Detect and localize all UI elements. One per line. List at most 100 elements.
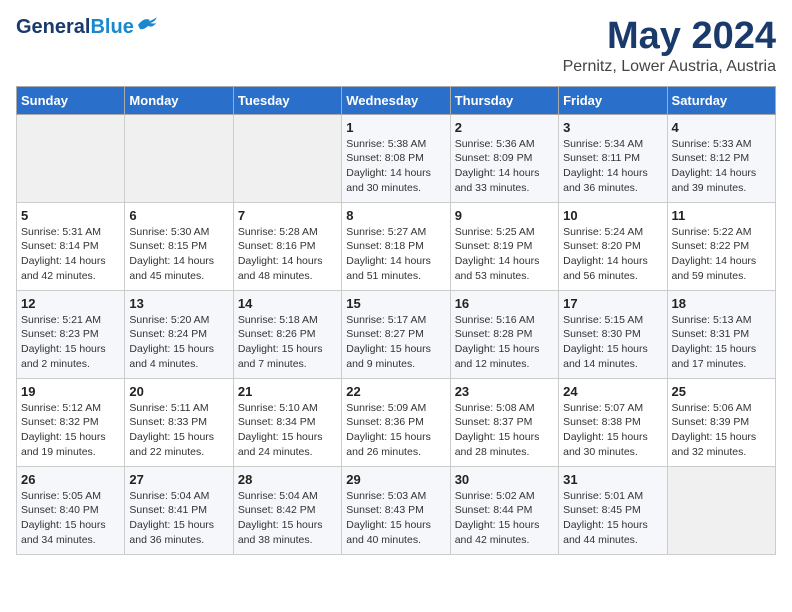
day-number: 17 <box>563 296 662 311</box>
day-number: 4 <box>672 120 771 135</box>
weekday-header: Tuesday <box>233 86 341 114</box>
calendar-cell: 21 Sunrise: 5:10 AM Sunset: 8:34 PM Dayli… <box>233 378 341 466</box>
calendar-week-row: 5 Sunrise: 5:31 AM Sunset: 8:14 PM Daylig… <box>17 202 776 290</box>
calendar-cell: 19 Sunrise: 5:12 AM Sunset: 8:32 PM Dayli… <box>17 378 125 466</box>
day-detail: Sunrise: 5:25 AM Sunset: 8:19 PM Dayligh… <box>455 225 554 284</box>
logo-bird-icon <box>136 15 158 33</box>
day-detail: Sunrise: 5:02 AM Sunset: 8:44 PM Dayligh… <box>455 489 554 548</box>
calendar-cell: 15Sunrise: 5:17 AM Sunset: 8:27 PM Dayli… <box>342 290 450 378</box>
day-detail: Sunrise: 5:09 AM Sunset: 8:36 PM Dayligh… <box>346 401 445 460</box>
day-detail: Sunrise: 5:13 AM Sunset: 8:31 PM Dayligh… <box>672 313 771 372</box>
day-number: 27 <box>129 472 228 487</box>
calendar-cell: 20 Sunrise: 5:11 AM Sunset: 8:33 PM Dayli… <box>125 378 233 466</box>
day-detail: Sunrise: 5:15 AM Sunset: 8:30 PM Dayligh… <box>563 313 662 372</box>
day-number: 12 <box>21 296 120 311</box>
day-number: 19 <box>21 384 120 399</box>
calendar-week-row: 19 Sunrise: 5:12 AM Sunset: 8:32 PM Dayli… <box>17 378 776 466</box>
calendar-cell: 4Sunrise: 5:33 AM Sunset: 8:12 PM Daylig… <box>667 114 775 202</box>
calendar-cell: 13 Sunrise: 5:20 AM Sunset: 8:24 PM Dayli… <box>125 290 233 378</box>
day-detail: Sunrise: 5:22 AM Sunset: 8:22 PM Dayligh… <box>672 225 771 284</box>
day-detail: Sunrise: 5:06 AM Sunset: 8:39 PM Dayligh… <box>672 401 771 460</box>
calendar-cell: 17 Sunrise: 5:15 AM Sunset: 8:30 PM Dayli… <box>559 290 667 378</box>
day-number: 14 <box>238 296 337 311</box>
day-number: 5 <box>21 208 120 223</box>
calendar-cell: 8 Sunrise: 5:27 AM Sunset: 8:18 PM Daylig… <box>342 202 450 290</box>
calendar-cell: 30 Sunrise: 5:02 AM Sunset: 8:44 PM Dayli… <box>450 466 558 554</box>
calendar-cell: 12 Sunrise: 5:21 AM Sunset: 8:23 PM Dayli… <box>17 290 125 378</box>
weekday-header-row: SundayMondayTuesdayWednesdayThursdayFrid… <box>17 86 776 114</box>
day-number: 3 <box>563 120 662 135</box>
day-detail: Sunrise: 5:31 AM Sunset: 8:14 PM Dayligh… <box>21 225 120 284</box>
month-title: May 2024 <box>563 16 776 58</box>
day-number: 18 <box>672 296 771 311</box>
logo: GeneralBlue <box>16 16 158 38</box>
day-number: 9 <box>455 208 554 223</box>
day-detail: Sunrise: 5:11 AM Sunset: 8:33 PM Dayligh… <box>129 401 228 460</box>
title-block: May 2024 Pernitz, Lower Austria, Austria <box>563 16 776 76</box>
day-number: 10 <box>563 208 662 223</box>
calendar-cell: 24Sunrise: 5:07 AM Sunset: 8:38 PM Dayli… <box>559 378 667 466</box>
day-detail: Sunrise: 5:04 AM Sunset: 8:41 PM Dayligh… <box>129 489 228 548</box>
calendar-cell <box>125 114 233 202</box>
day-detail: Sunrise: 5:27 AM Sunset: 8:18 PM Dayligh… <box>346 225 445 284</box>
day-number: 30 <box>455 472 554 487</box>
calendar-cell: 28 Sunrise: 5:04 AM Sunset: 8:42 PM Dayli… <box>233 466 341 554</box>
day-number: 26 <box>21 472 120 487</box>
day-number: 28 <box>238 472 337 487</box>
calendar-cell: 25 Sunrise: 5:06 AM Sunset: 8:39 PM Dayli… <box>667 378 775 466</box>
calendar-cell: 23 Sunrise: 5:08 AM Sunset: 8:37 PM Dayli… <box>450 378 558 466</box>
calendar-cell: 22 Sunrise: 5:09 AM Sunset: 8:36 PM Dayli… <box>342 378 450 466</box>
location-title: Pernitz, Lower Austria, Austria <box>563 58 776 76</box>
calendar-table: SundayMondayTuesdayWednesdayThursdayFrid… <box>16 86 776 555</box>
day-detail: Sunrise: 5:10 AM Sunset: 8:34 PM Dayligh… <box>238 401 337 460</box>
day-detail: Sunrise: 5:21 AM Sunset: 8:23 PM Dayligh… <box>21 313 120 372</box>
weekday-header: Thursday <box>450 86 558 114</box>
calendar-cell: 27 Sunrise: 5:04 AM Sunset: 8:41 PM Dayli… <box>125 466 233 554</box>
day-number: 20 <box>129 384 228 399</box>
day-number: 22 <box>346 384 445 399</box>
calendar-cell: 7Sunrise: 5:28 AM Sunset: 8:16 PM Daylig… <box>233 202 341 290</box>
day-detail: Sunrise: 5:30 AM Sunset: 8:15 PM Dayligh… <box>129 225 228 284</box>
calendar-cell: 10 Sunrise: 5:24 AM Sunset: 8:20 PM Dayli… <box>559 202 667 290</box>
calendar-cell: 3Sunrise: 5:34 AM Sunset: 8:11 PM Daylig… <box>559 114 667 202</box>
day-detail: Sunrise: 5:28 AM Sunset: 8:16 PM Dayligh… <box>238 225 337 284</box>
day-number: 13 <box>129 296 228 311</box>
day-number: 6 <box>129 208 228 223</box>
calendar-cell: 5 Sunrise: 5:31 AM Sunset: 8:14 PM Daylig… <box>17 202 125 290</box>
calendar-week-row: 26Sunrise: 5:05 AM Sunset: 8:40 PM Dayli… <box>17 466 776 554</box>
weekday-header: Wednesday <box>342 86 450 114</box>
calendar-cell: 16 Sunrise: 5:16 AM Sunset: 8:28 PM Dayli… <box>450 290 558 378</box>
calendar-cell: 1 Sunrise: 5:38 AM Sunset: 8:08 PM Daylig… <box>342 114 450 202</box>
day-number: 16 <box>455 296 554 311</box>
page-header: GeneralBlue May 2024 Pernitz, Lower Aust… <box>16 16 776 76</box>
calendar-cell <box>667 466 775 554</box>
day-detail: Sunrise: 5:17 AM Sunset: 8:27 PM Dayligh… <box>346 313 445 372</box>
day-number: 23 <box>455 384 554 399</box>
day-number: 2 <box>455 120 554 135</box>
day-detail: Sunrise: 5:03 AM Sunset: 8:43 PM Dayligh… <box>346 489 445 548</box>
day-number: 8 <box>346 208 445 223</box>
day-number: 24 <box>563 384 662 399</box>
day-number: 31 <box>563 472 662 487</box>
day-detail: Sunrise: 5:01 AM Sunset: 8:45 PM Dayligh… <box>563 489 662 548</box>
calendar-cell: 26Sunrise: 5:05 AM Sunset: 8:40 PM Dayli… <box>17 466 125 554</box>
logo-text: GeneralBlue <box>16 16 134 38</box>
weekday-header: Monday <box>125 86 233 114</box>
weekday-header: Sunday <box>17 86 125 114</box>
day-detail: Sunrise: 5:08 AM Sunset: 8:37 PM Dayligh… <box>455 401 554 460</box>
day-detail: Sunrise: 5:20 AM Sunset: 8:24 PM Dayligh… <box>129 313 228 372</box>
day-number: 25 <box>672 384 771 399</box>
weekday-header: Saturday <box>667 86 775 114</box>
day-detail: Sunrise: 5:36 AM Sunset: 8:09 PM Dayligh… <box>455 137 554 196</box>
day-detail: Sunrise: 5:16 AM Sunset: 8:28 PM Dayligh… <box>455 313 554 372</box>
day-detail: Sunrise: 5:38 AM Sunset: 8:08 PM Dayligh… <box>346 137 445 196</box>
day-number: 1 <box>346 120 445 135</box>
calendar-week-row: 1 Sunrise: 5:38 AM Sunset: 8:08 PM Daylig… <box>17 114 776 202</box>
day-detail: Sunrise: 5:12 AM Sunset: 8:32 PM Dayligh… <box>21 401 120 460</box>
calendar-cell: 2 Sunrise: 5:36 AM Sunset: 8:09 PM Daylig… <box>450 114 558 202</box>
day-number: 21 <box>238 384 337 399</box>
day-detail: Sunrise: 5:04 AM Sunset: 8:42 PM Dayligh… <box>238 489 337 548</box>
day-number: 11 <box>672 208 771 223</box>
calendar-cell: 9 Sunrise: 5:25 AM Sunset: 8:19 PM Daylig… <box>450 202 558 290</box>
day-detail: Sunrise: 5:24 AM Sunset: 8:20 PM Dayligh… <box>563 225 662 284</box>
